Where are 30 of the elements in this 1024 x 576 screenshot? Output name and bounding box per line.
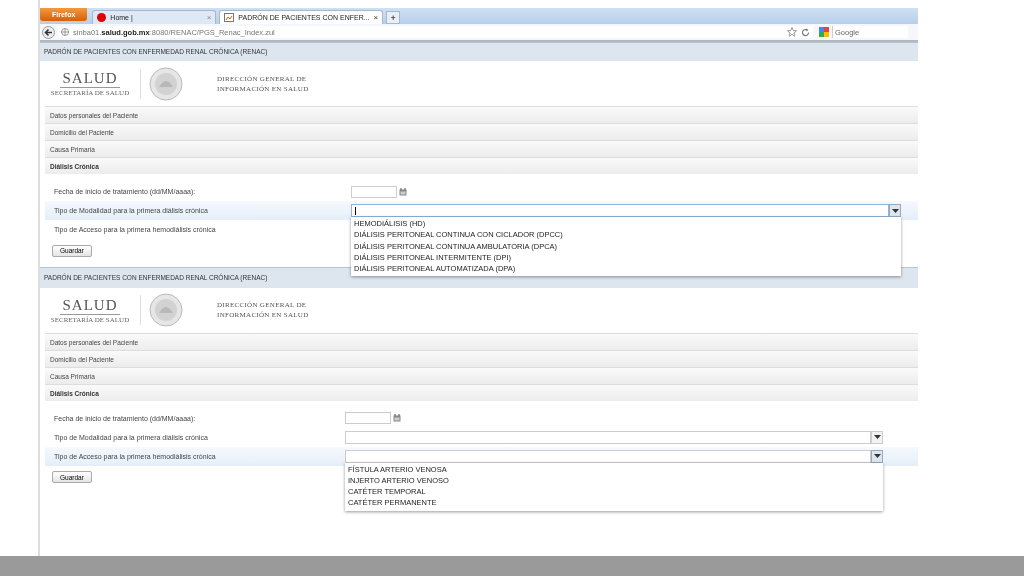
caret-down-icon xyxy=(873,454,881,458)
calendar-icon xyxy=(392,414,401,422)
date-field[interactable] xyxy=(351,185,397,198)
date-field[interactable] xyxy=(345,412,391,424)
caret-down-icon xyxy=(873,435,881,439)
dropdown-button[interactable] xyxy=(889,204,901,217)
calendar-button[interactable] xyxy=(391,412,402,424)
star-icon xyxy=(787,27,797,37)
combo-field[interactable] xyxy=(345,449,871,463)
seal-icon xyxy=(149,293,183,327)
text-cursor xyxy=(355,206,356,215)
globe-icon xyxy=(61,28,69,36)
back-button[interactable] xyxy=(42,25,55,39)
logo-text: SALUD xyxy=(62,296,118,313)
caret-down-icon xyxy=(891,208,899,213)
combo-field[interactable] xyxy=(351,204,889,217)
new-tab-button[interactable]: + xyxy=(386,11,401,24)
search-engine-icon xyxy=(819,27,829,37)
calendar-icon xyxy=(398,187,407,196)
dropdown-button[interactable] xyxy=(871,430,883,444)
combo-field[interactable] xyxy=(345,430,871,444)
logo-text: SALUD xyxy=(62,70,118,86)
calendar-button[interactable] xyxy=(397,185,408,198)
site-icon xyxy=(97,13,107,22)
reload-icon xyxy=(801,27,810,37)
back-arrow-icon xyxy=(44,27,53,37)
close-button[interactable]: × xyxy=(373,13,379,22)
page-icon xyxy=(224,13,235,22)
dropdown-button[interactable] xyxy=(871,449,883,463)
seal-icon xyxy=(149,66,183,101)
